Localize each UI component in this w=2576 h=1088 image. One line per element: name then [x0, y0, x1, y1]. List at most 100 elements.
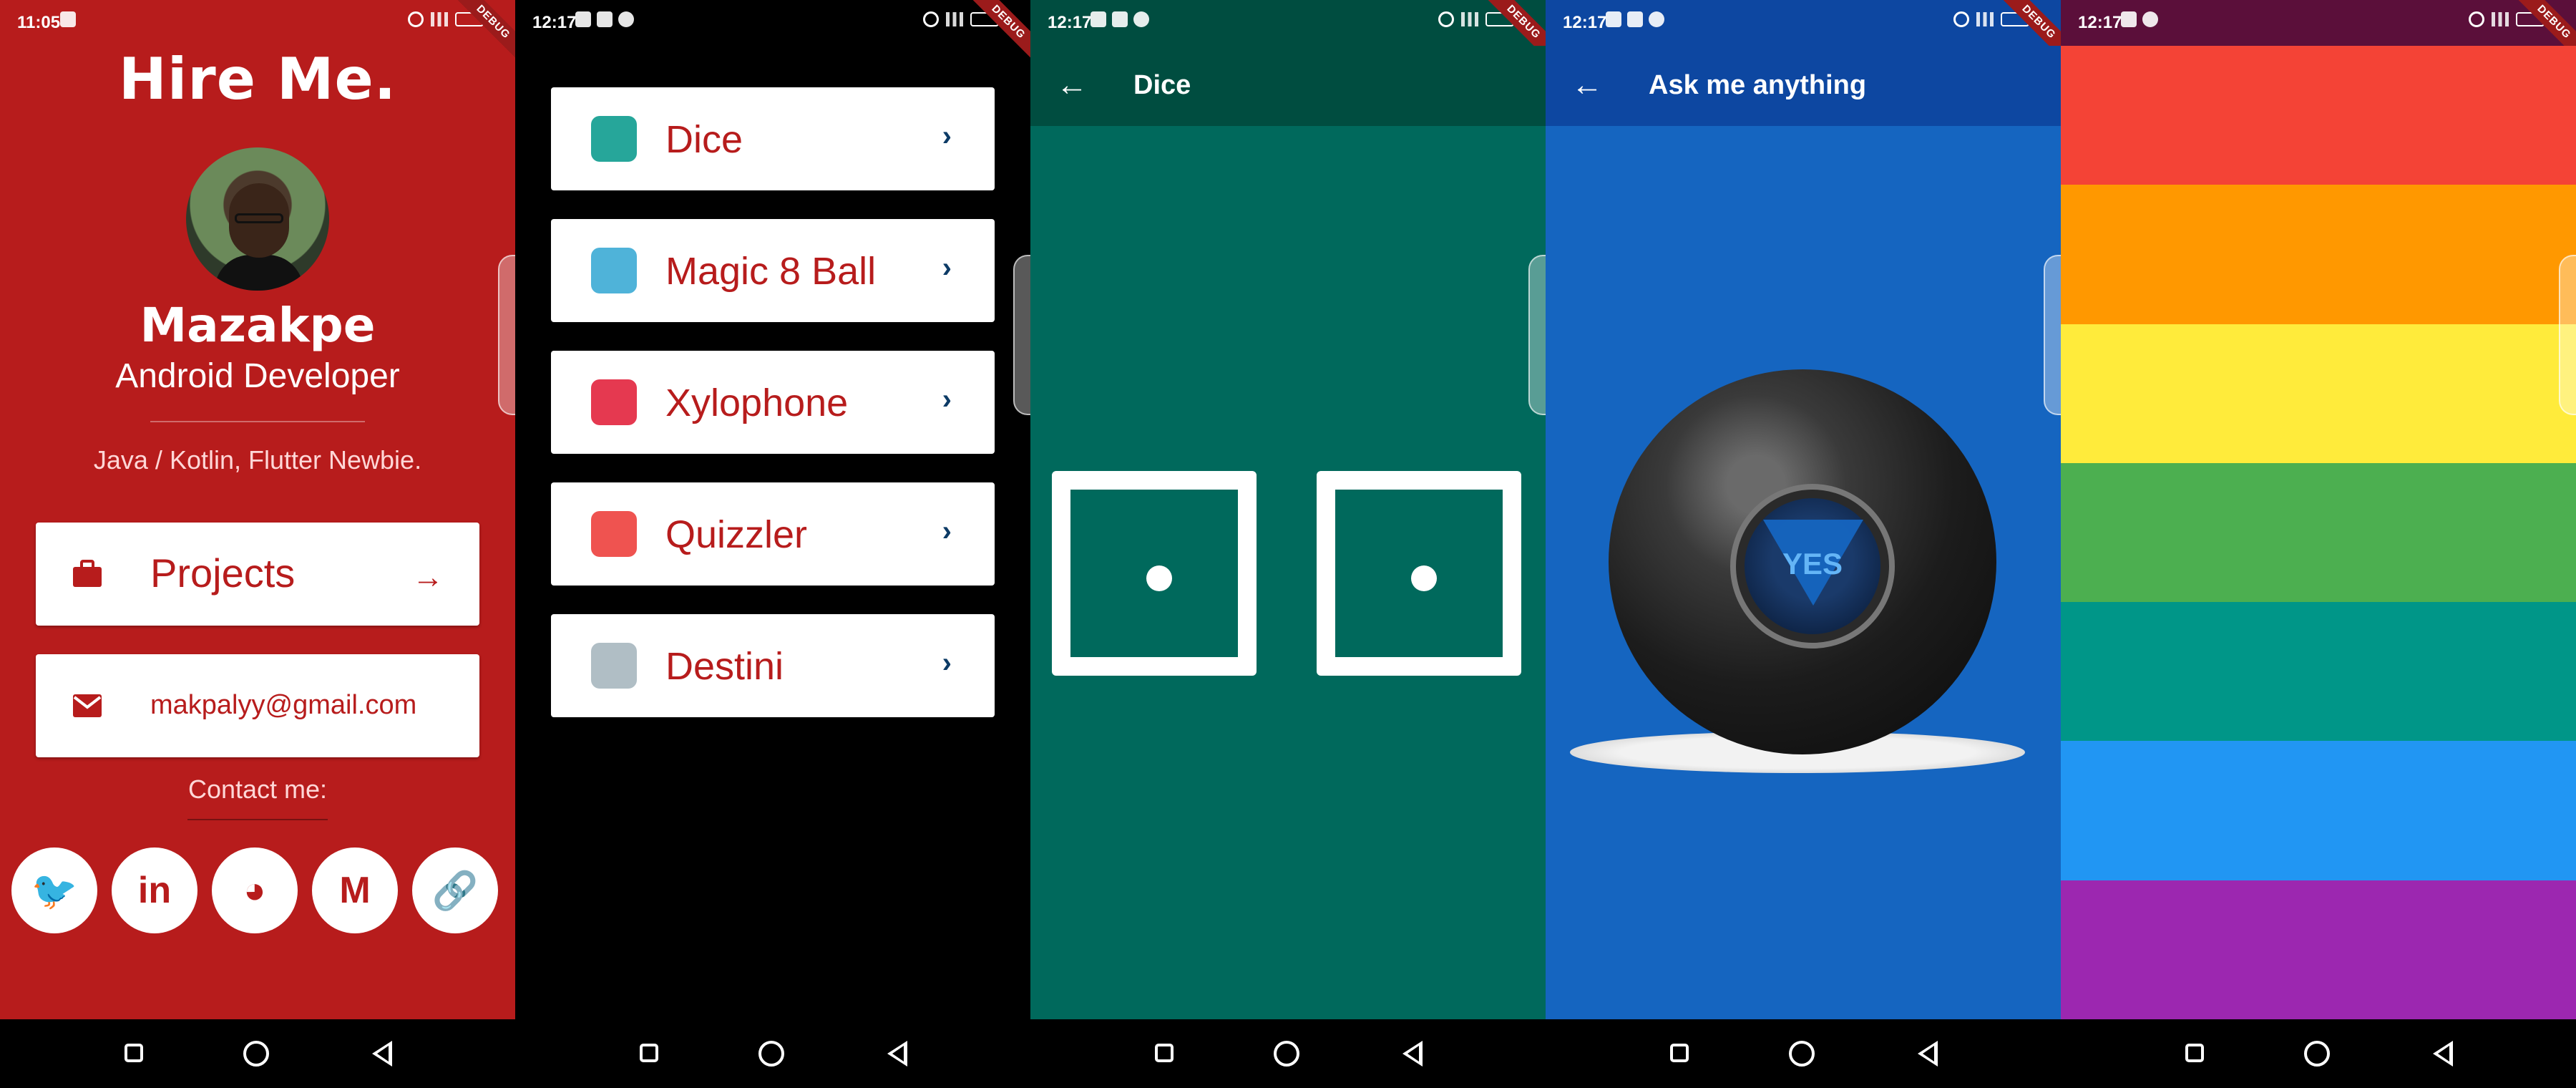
home-button[interactable]	[1274, 1041, 1299, 1067]
xylophone-key-4[interactable]	[2061, 462, 2576, 603]
xylophone-screen: 12:17 DEBUG	[2061, 0, 2576, 1088]
app-bar: ← Ask me anything	[1546, 46, 2061, 126]
twitter-button[interactable]: 🐦	[11, 847, 97, 933]
home-button[interactable]	[243, 1041, 269, 1067]
notification-icons	[2121, 11, 2158, 27]
back-button[interactable]	[1918, 1041, 1938, 1067]
dice-icon	[591, 116, 637, 162]
avatar	[186, 147, 329, 291]
crystal-ball-icon	[591, 643, 637, 689]
magic-8-ball-button[interactable]: YES	[1609, 369, 1996, 754]
menu-item-label: Magic 8 Ball	[665, 250, 877, 293]
back-arrow-icon[interactable]: ←	[1571, 67, 1603, 103]
dice-screen: 12:17 DEBUG ← Dice	[1030, 0, 1546, 1088]
status-time: 12:17	[1048, 13, 1092, 32]
back-button[interactable]	[887, 1041, 907, 1067]
menu-item-xylophone[interactable]: Xylophone ›	[551, 351, 995, 454]
menu-item-label: Destini	[665, 645, 784, 688]
github-button[interactable]: ◕	[212, 847, 298, 933]
pay-icon	[1627, 11, 1643, 27]
chevron-right-icon: ›	[942, 515, 952, 547]
die-pip	[1146, 565, 1172, 591]
chevron-right-icon: ›	[942, 647, 952, 679]
signal-icon	[1461, 12, 1478, 26]
home-button[interactable]	[2304, 1041, 2330, 1067]
answer-text: YES	[1782, 547, 1843, 581]
profile-screen: 11:05 DEBUG Hire Me. Mazakpe Android Dev…	[0, 0, 515, 1088]
recents-button[interactable]	[640, 1044, 658, 1062]
menu-item-magic-8-ball[interactable]: Magic 8 Ball ›	[551, 219, 995, 322]
app-bar: ← Dice	[1030, 46, 1546, 126]
menu-item-dice[interactable]: Dice ›	[551, 87, 995, 190]
xylophone-key-3[interactable]	[2061, 324, 2576, 464]
pay-icon	[2121, 11, 2137, 27]
home-button[interactable]	[758, 1041, 784, 1067]
medium-button[interactable]: M	[312, 847, 398, 933]
recents-button[interactable]	[1155, 1044, 1174, 1062]
back-arrow-icon[interactable]: ←	[1056, 67, 1088, 103]
xylophone-key-2[interactable]	[2061, 185, 2576, 325]
right-die-button[interactable]	[1317, 471, 1521, 676]
github-icon: ◕	[243, 870, 266, 911]
app-notification-icon	[618, 11, 634, 27]
medium-icon: M	[339, 870, 371, 911]
avatar-body	[215, 255, 303, 291]
app-bar-title: Ask me anything	[1649, 70, 1867, 100]
menu-item-destini[interactable]: Destini ›	[551, 614, 995, 717]
app-notification-icon	[1649, 11, 1664, 27]
xylophone-key-5[interactable]	[2061, 602, 2576, 742]
edge-panel-handle[interactable]	[2559, 255, 2576, 415]
signal-icon	[2492, 12, 2509, 26]
app-bar-title: Dice	[1133, 70, 1191, 100]
left-die-button[interactable]	[1052, 471, 1257, 676]
briefcase-icon	[73, 560, 102, 587]
avatar-glasses	[235, 213, 283, 223]
back-button[interactable]	[372, 1041, 392, 1067]
chevron-right-icon: ›	[942, 120, 952, 152]
home-button[interactable]	[1789, 1041, 1815, 1067]
edge-panel-handle[interactable]	[1528, 255, 1546, 415]
signal-icon	[946, 12, 963, 26]
die-pip	[1411, 565, 1437, 591]
chevron-right-icon: ›	[942, 384, 952, 415]
alarm-icon	[923, 11, 939, 27]
edge-panel-handle[interactable]	[498, 255, 515, 415]
link-icon: 🔗	[431, 870, 479, 912]
screenshot-strip: 11:05 DEBUG Hire Me. Mazakpe Android Dev…	[0, 0, 2576, 1088]
menu-item-label: Xylophone	[665, 382, 849, 424]
menu-screen: 12:17 DEBUG Dice › Magic 8 Ball › Xyloph…	[515, 0, 1030, 1088]
system-nav-bar	[0, 1019, 515, 1088]
app-notification-icon	[2142, 11, 2158, 27]
mail-icon	[73, 694, 102, 717]
recents-button[interactable]	[1670, 1044, 1689, 1062]
recents-button[interactable]	[2185, 1044, 2204, 1062]
status-bar: 12:17	[1546, 0, 2061, 46]
magic-8-ball-screen: 12:17 DEBUG ← Ask me anything YES	[1546, 0, 2061, 1088]
linkedin-button[interactable]: in	[112, 847, 197, 933]
edge-panel-handle[interactable]	[1013, 255, 1030, 415]
menu-item-quizzler[interactable]: Quizzler ›	[551, 482, 995, 586]
alarm-icon	[2469, 11, 2484, 27]
system-nav-bar	[2061, 1019, 2576, 1088]
xylophone-key-1[interactable]	[2061, 46, 2576, 185]
xylophone-icon	[591, 379, 637, 425]
system-nav-bar	[1030, 1019, 1546, 1088]
back-button[interactable]	[1402, 1041, 1423, 1067]
notification-icons	[575, 11, 634, 27]
status-bar: 12:17	[1030, 0, 1546, 46]
notification-icons	[60, 11, 76, 27]
xylophone-key-7[interactable]	[2061, 880, 2576, 1020]
email-button[interactable]: makpalyy@gmail.com	[36, 654, 479, 757]
alarm-icon	[408, 11, 424, 27]
system-nav-bar	[1546, 1019, 2061, 1088]
pay-icon	[597, 11, 613, 27]
edge-panel-handle[interactable]	[2044, 255, 2061, 415]
xylophone-key-6[interactable]	[2061, 741, 2576, 881]
link-button[interactable]: 🔗	[412, 847, 498, 933]
projects-button[interactable]: Projects →	[36, 523, 479, 626]
alarm-icon	[1953, 11, 1969, 27]
recents-button[interactable]	[125, 1044, 143, 1062]
notification-icons	[1091, 11, 1149, 27]
back-button[interactable]	[2433, 1041, 2453, 1067]
status-bar: 12:17	[515, 0, 1030, 46]
